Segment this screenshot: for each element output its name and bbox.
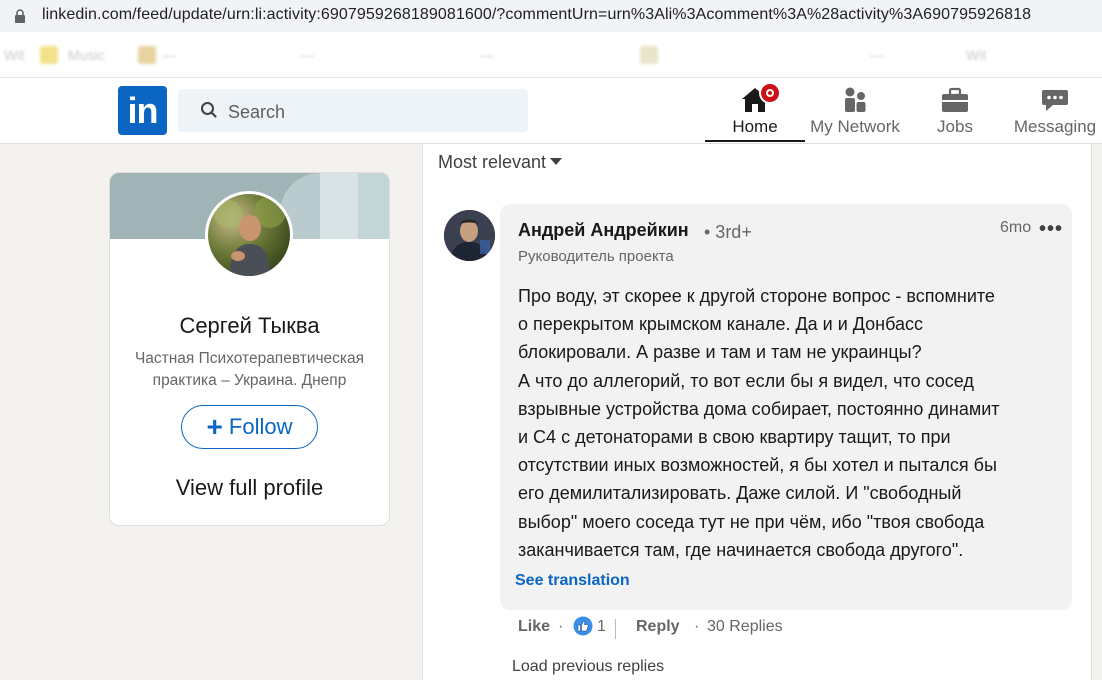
- nav-messaging-label: Messaging: [1013, 117, 1097, 136]
- bookmark-item[interactable]: —: [300, 47, 314, 63]
- comment-line: о перекрытом крымском канале. Да и и Дон…: [518, 314, 924, 335]
- nav-home-label: Home: [732, 117, 778, 136]
- comment-author[interactable]: Андрей Андрейкин: [518, 220, 689, 241]
- comment-line: его демилитализировать. Даже силой. И "с…: [518, 483, 962, 504]
- load-previous-replies-button[interactable]: Load previous replies: [512, 658, 664, 676]
- nav-active-indicator: [705, 140, 805, 142]
- sort-dropdown[interactable]: Most relevant: [438, 152, 563, 173]
- comment-line: взрывные устройства дома собирает, посто…: [518, 398, 1000, 419]
- comment-body: Про воду, эт скорее к другой стороне воп…: [518, 282, 1058, 564]
- follow-label: Follow: [228, 414, 293, 439]
- view-full-profile-link[interactable]: View full profile: [110, 475, 389, 501]
- bookmark-item[interactable]: Wit: [966, 47, 986, 63]
- comment-line: отсутствии иных возможностей, я бы хотел…: [518, 455, 997, 476]
- profile-photo: [214, 196, 286, 276]
- comment-line: блокировали. А разве и там и там не укра…: [518, 342, 922, 363]
- comment-line: выбор" моего соседа тут не при чём, ибо …: [518, 511, 985, 532]
- see-translation-link[interactable]: See translation: [515, 572, 630, 590]
- follow-button[interactable]: + Follow: [181, 405, 318, 449]
- like-reaction-icon: [573, 616, 593, 636]
- nav-my-network[interactable]: My Network: [805, 80, 905, 142]
- like-button[interactable]: Like: [518, 618, 550, 636]
- like-count[interactable]: 1: [597, 618, 606, 636]
- bookmark-item[interactable]: —: [480, 47, 494, 63]
- network-icon: [845, 87, 866, 112]
- comment-author-headline: Руководитель проекта: [518, 248, 674, 265]
- profile-name[interactable]: Сергей Тыква: [110, 313, 389, 339]
- url-text[interactable]: linkedin.com/feed/update/urn:li:activity…: [42, 6, 1031, 24]
- replies-count-link[interactable]: 30 Replies: [707, 618, 783, 636]
- bookmark-icon: [640, 46, 658, 64]
- nav-home[interactable]: Home: [705, 80, 805, 142]
- separator-dot: ·: [694, 618, 700, 635]
- notification-badge: [759, 82, 781, 104]
- more-options-icon[interactable]: •••: [1039, 218, 1063, 241]
- caret-down-icon: [550, 157, 563, 165]
- comment-timestamp: 6mo: [1000, 219, 1032, 236]
- linkedin-logo[interactable]: in: [118, 86, 167, 135]
- bookmarks-bar: Wit Music — — — — Wit: [0, 32, 1102, 78]
- separator-dot: ·: [558, 618, 564, 635]
- nav-messaging[interactable]: Messaging: [1005, 80, 1102, 142]
- nav-jobs-label: Jobs: [937, 117, 973, 136]
- comment-line: А что до аллегорий, то вот если бы я вид…: [518, 370, 974, 391]
- bookmark-item[interactable]: —: [162, 47, 176, 63]
- lock-icon: [15, 9, 25, 23]
- comment-line: и С4 с детонаторами в свою квартиру тащи…: [518, 427, 951, 448]
- profile-headline: Частная Психотерапевтическая практика – …: [134, 350, 365, 389]
- connection-degree: • 3rd+: [704, 222, 752, 242]
- bookmark-icon: [40, 46, 58, 64]
- reply-button[interactable]: Reply: [636, 618, 680, 636]
- banner-shape: [358, 173, 389, 239]
- search-input[interactable]: [228, 101, 518, 123]
- commenter-avatar[interactable]: [444, 210, 495, 261]
- action-divider: [615, 619, 616, 639]
- nav-jobs[interactable]: Jobs: [905, 80, 1005, 142]
- profile-avatar[interactable]: [205, 191, 293, 279]
- messaging-icon: [1042, 90, 1068, 111]
- plus-icon: +: [206, 411, 223, 442]
- sort-label: Most relevant: [438, 152, 547, 172]
- comment-line: заканчивается там, где начинается свобод…: [518, 539, 964, 560]
- briefcase-icon: [942, 87, 968, 112]
- bookmark-icon: [138, 46, 156, 64]
- commenter-photo: [444, 210, 495, 261]
- nav-my-network-label: My Network: [810, 117, 900, 136]
- comment-line: Про воду, эт скорее к другой стороне воп…: [518, 286, 995, 306]
- bookmark-item[interactable]: —: [870, 47, 884, 63]
- search-icon: [201, 102, 217, 118]
- bookmark-item[interactable]: Music: [68, 47, 105, 63]
- browser-address-bar[interactable]: linkedin.com/feed/update/urn:li:activity…: [0, 0, 1102, 32]
- bookmark-item[interactable]: Wit: [4, 47, 24, 63]
